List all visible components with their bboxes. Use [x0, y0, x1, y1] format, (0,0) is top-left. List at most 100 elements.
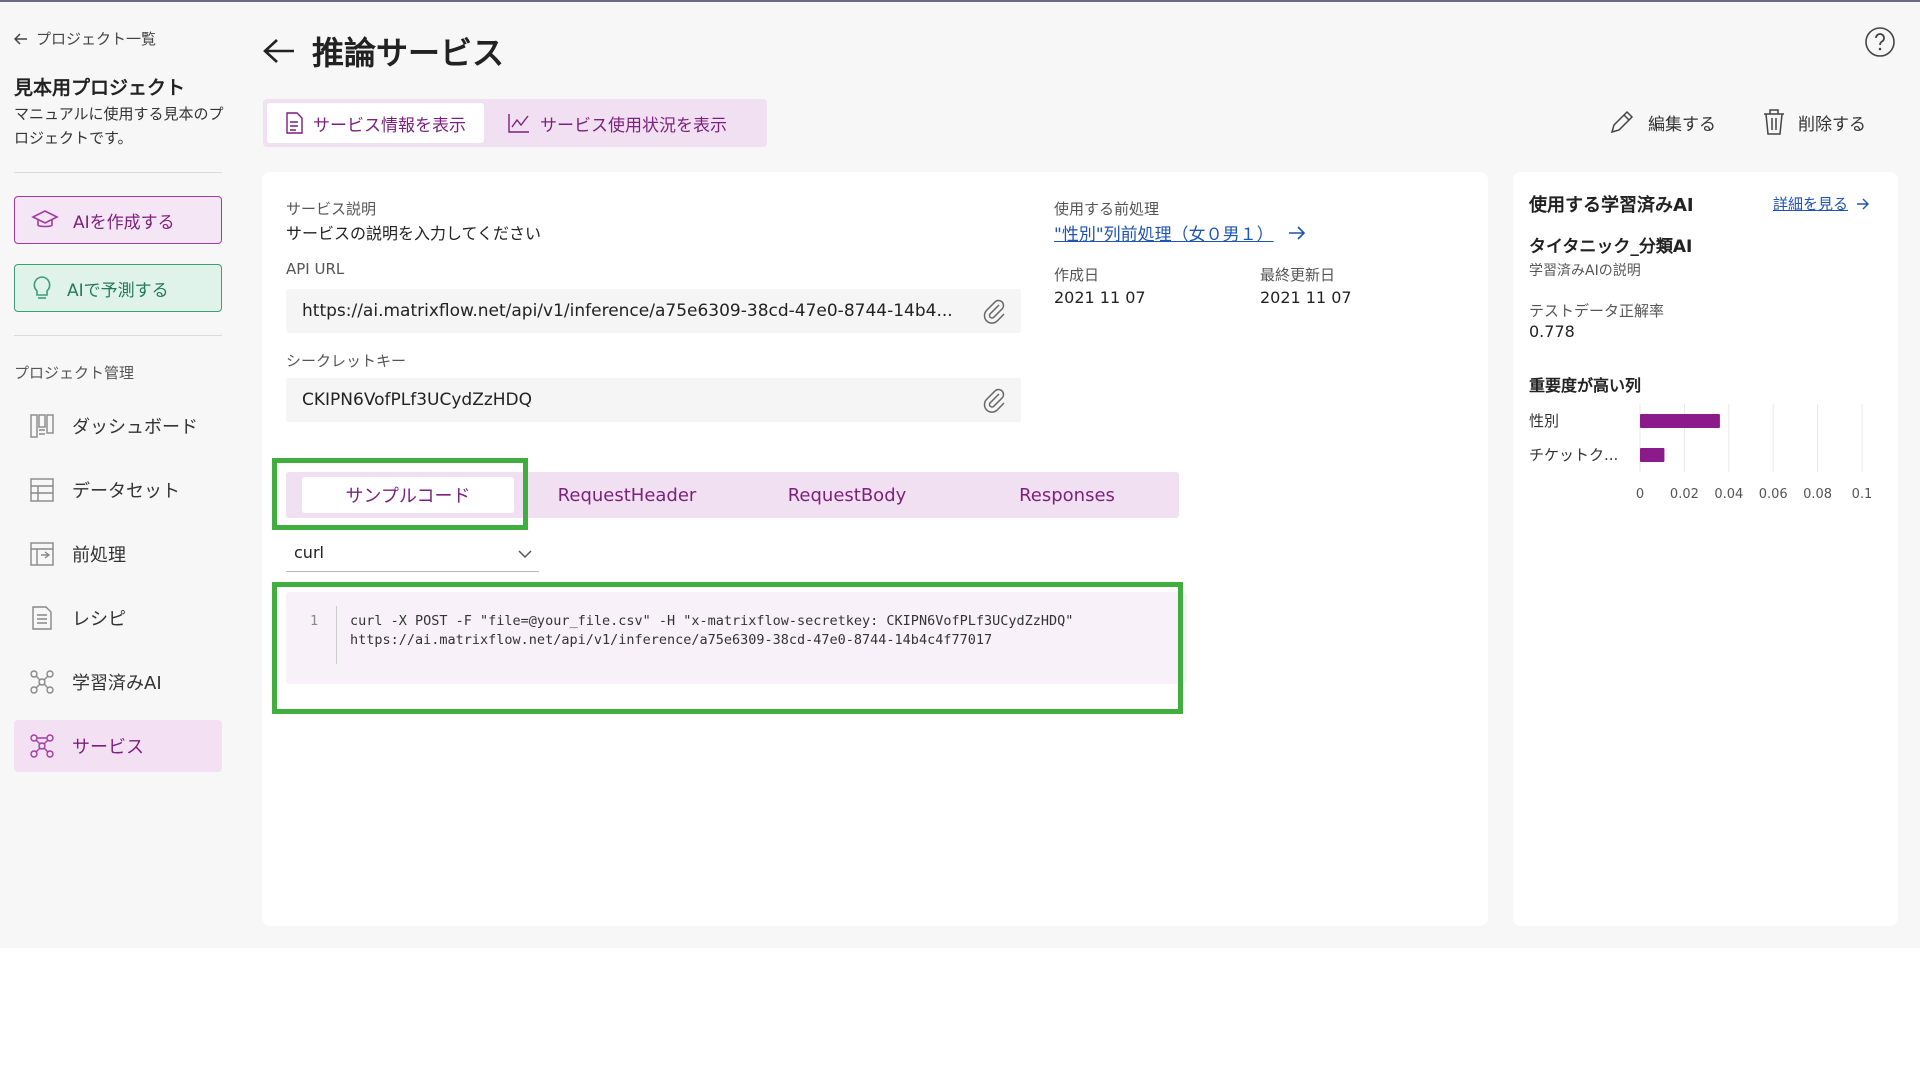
trash-icon [1764, 109, 1784, 135]
trained-ai-title: 使用する学習済みAI [1529, 195, 1694, 216]
back-arrow-icon[interactable] [262, 37, 296, 65]
sidebar-item-service[interactable]: サービス [14, 720, 222, 772]
sidebar-item-label: 学習済みAI [72, 673, 162, 694]
sidebar-item-dataset[interactable]: データセット [14, 464, 222, 516]
importance-bar-chart: 0 0.02 0.04 0.06 0.08 0.1 性別チケットク... [1529, 404, 1873, 502]
sidebar-item-label: ダッシュボード [72, 417, 198, 438]
document-icon [286, 112, 303, 134]
language-select-value: curl [294, 543, 324, 562]
sidebar-item-label: データセット [72, 481, 180, 502]
service-desc-label: サービス説明 [286, 200, 377, 218]
create-ai-button[interactable]: AIを作成する [14, 196, 222, 244]
api-url-label: API URL [286, 260, 345, 278]
code-text: curl -X POST -F "file=@your_file.csv" -H… [350, 613, 1074, 648]
graduation-cap-icon [31, 210, 59, 228]
sidebar-item-preprocess[interactable]: 前処理 [14, 528, 222, 580]
app-root: プロジェクト一覧 見本用プロジェクト マニュアルに使用する見本のプロジェクトです… [0, 2, 1920, 948]
arrow-right-icon [1288, 225, 1305, 240]
chart-x-tick-label: 0.06 [1759, 487, 1788, 502]
sidebar-item-recipe[interactable]: レシピ [14, 592, 222, 644]
test-accuracy-label: テストデータ正解率 [1529, 302, 1665, 320]
sidebar-item-trained-ai[interactable]: 学習済みAI [14, 656, 222, 708]
code-gutter-divider [336, 606, 337, 664]
trained-ai-card: 使用する学習済みAI 詳細を見る タイタニック_分類AI 学習済みAIの説明 テ… [1513, 172, 1898, 926]
lightbulb-icon [33, 276, 51, 299]
view-details-link[interactable]: 詳細を見る [1773, 193, 1870, 214]
importance-chart-title: 重要度が高い列 [1529, 376, 1642, 395]
arrow-left-icon [14, 32, 27, 45]
tab-service-usage[interactable]: サービス使用状況を表示 [490, 103, 745, 143]
tab-service-info[interactable]: サービス情報を表示 [267, 103, 484, 143]
project-management-label: プロジェクト管理 [14, 364, 135, 382]
sample-code-block[interactable]: 1 curl -X POST -F "file=@your_file.csv" … [286, 592, 1187, 684]
chart-x-tick-label: 0 [1636, 487, 1644, 502]
chart-x-tick-label: 0.04 [1714, 487, 1743, 502]
code-tabs: サンプルコード RequestHeader RequestBody Respon… [286, 472, 1179, 518]
edit-label: 編集する [1648, 114, 1716, 135]
help-icon[interactable] [1864, 26, 1896, 62]
predict-ai-button[interactable]: AIで予測する [14, 264, 222, 312]
recipe-icon [28, 604, 56, 632]
test-accuracy-value: 0.778 [1529, 322, 1575, 341]
dashboard-icon [28, 412, 56, 440]
updated-date-label: 最終更新日 [1260, 266, 1336, 284]
chart-bar [1640, 448, 1665, 462]
view-tabs: サービス情報を表示 サービス使用状況を表示 [263, 99, 767, 147]
preprocess-label: 使用する前処理 [1054, 200, 1160, 218]
sidebar: プロジェクト一覧 見本用プロジェクト マニュアルに使用する見本のプロジェクトです… [0, 2, 237, 948]
created-date-value: 2021 11 07 [1054, 288, 1146, 307]
language-select[interactable]: curl [286, 534, 539, 572]
sidebar-item-dashboard[interactable]: ダッシュボード [14, 400, 222, 452]
sidebar-divider [14, 335, 222, 336]
ai-name: タイタニック_分類AI [1529, 237, 1693, 257]
page-title-text: 推論サービス [312, 34, 505, 72]
preprocess-link-text: "性別"列前処理（女０男１） [1054, 225, 1274, 245]
trained-ai-icon [28, 668, 56, 696]
secret-key-field: CKIPN6VofPLf3UCydZzHDQ [286, 378, 1021, 422]
delete-button[interactable]: 削除する [1762, 108, 1866, 136]
api-url-field: https://ai.matrixflow.net/api/v1/inferen… [286, 289, 1021, 333]
line-chart-icon [508, 114, 529, 133]
service-info-card: サービス説明 サービスの説明を入力してください API URL https://… [262, 172, 1488, 926]
preprocess-icon [28, 540, 56, 568]
tab-request-header[interactable]: RequestHeader [522, 477, 732, 513]
chart-category-label: 性別 [1529, 412, 1559, 430]
service-desc-value: サービスの説明を入力してください [286, 224, 542, 243]
page-title: 推論サービス [262, 28, 504, 74]
chart-x-tick-label: 0.1 [1852, 487, 1873, 502]
predict-ai-label: AIで予測する [67, 280, 169, 301]
tab-label: サービス情報を表示 [313, 115, 466, 136]
tab-sample-code[interactable]: サンプルコード [302, 477, 514, 513]
chevron-down-icon [517, 544, 533, 563]
updated-date-value: 2021 11 07 [1260, 288, 1352, 307]
view-details-text: 詳細を見る [1773, 195, 1849, 213]
chart-category-label: チケットク... [1529, 446, 1618, 464]
delete-label: 削除する [1798, 114, 1866, 135]
created-date-label: 作成日 [1054, 266, 1100, 284]
code-line-number: 1 [310, 613, 319, 629]
chart-x-tick-label: 0.08 [1803, 487, 1832, 502]
secret-key-value: CKIPN6VofPLf3UCydZzHDQ [302, 390, 533, 410]
create-ai-label: AIを作成する [73, 212, 175, 233]
secret-key-label: シークレットキー [286, 352, 407, 370]
tab-responses[interactable]: Responses [962, 477, 1172, 513]
pencil-icon [1610, 110, 1634, 134]
service-icon [28, 732, 56, 760]
copy-secret-key-paperclip-icon[interactable] [981, 387, 1007, 418]
ai-description: 学習済みAIの説明 [1529, 263, 1641, 279]
copy-api-url-paperclip-icon[interactable] [981, 298, 1007, 329]
api-url-value: https://ai.matrixflow.net/api/v1/inferen… [302, 301, 953, 321]
chart-bar [1640, 414, 1720, 428]
preprocess-link[interactable]: "性別"列前処理（女０男１） [1054, 220, 1306, 245]
dataset-icon [28, 476, 56, 504]
project-description: マニュアルに使用する見本のプロジェクトです。 [14, 105, 224, 147]
sidebar-item-label: レシピ [72, 609, 126, 630]
tab-request-body[interactable]: RequestBody [742, 477, 952, 513]
sidebar-divider [14, 172, 222, 173]
back-link-label: プロジェクト一覧 [36, 30, 157, 48]
arrow-right-icon [1857, 198, 1870, 209]
back-to-projects-link[interactable]: プロジェクト一覧 [14, 28, 156, 49]
edit-button[interactable]: 編集する [1608, 108, 1716, 136]
chart-x-tick-label: 0.02 [1670, 487, 1699, 502]
project-title: 見本用プロジェクト [14, 77, 186, 99]
